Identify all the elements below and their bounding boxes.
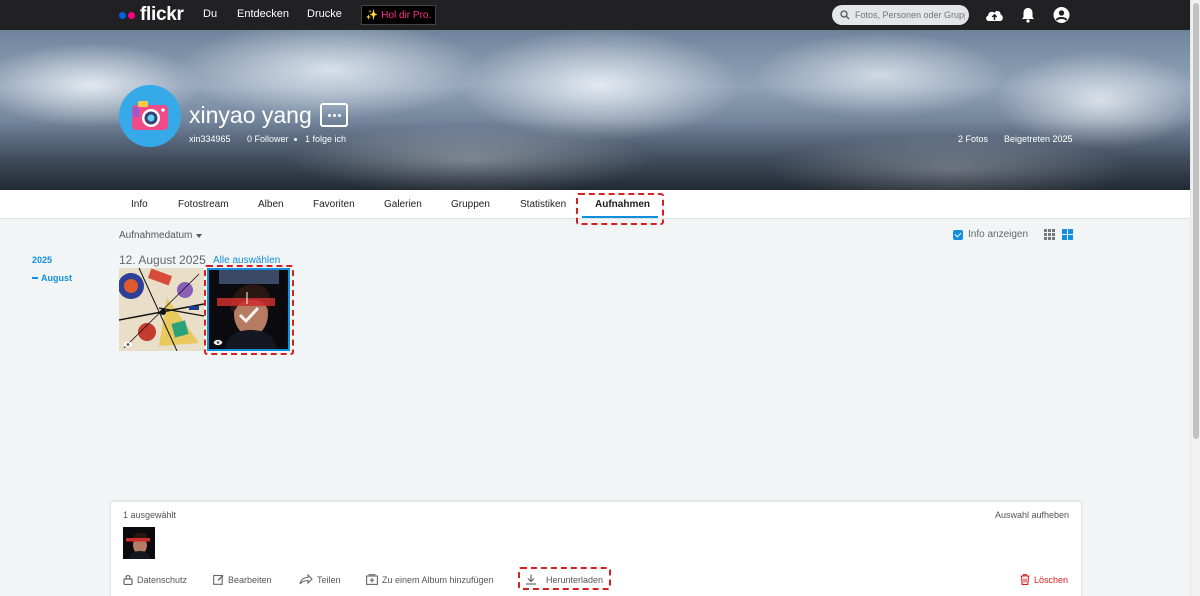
account-avatar-icon[interactable] — [1052, 5, 1071, 25]
portrait-preview-image — [123, 527, 155, 559]
more-options-button[interactable] — [320, 103, 348, 127]
tab-statistiken[interactable]: Statistiken — [520, 199, 566, 210]
tab-fotostream[interactable]: Fotostream — [178, 199, 229, 210]
show-info-toggle[interactable]: Info anzeigen — [953, 229, 1028, 240]
search-input[interactable] — [855, 10, 965, 20]
page-scrollbar[interactable] — [1190, 0, 1200, 596]
add-to-album-button[interactable]: Zu einem Album hinzufügen — [366, 574, 494, 585]
nav-link-entdecken[interactable]: Entdecken — [237, 8, 289, 20]
separator-dot — [294, 138, 297, 141]
photo-count: 2 Fotos — [958, 134, 989, 144]
share-label: Teilen — [317, 574, 341, 585]
upload-cloud-icon[interactable] — [984, 5, 1005, 25]
selection-panel: 1 ausgewählt Auswahl aufheben Datenschut… — [110, 501, 1082, 596]
following-link[interactable]: 1 folge ich — [305, 134, 346, 144]
tab-gruppen[interactable]: Gruppen — [451, 199, 490, 210]
dot-icon — [327, 113, 331, 117]
tab-favoriten[interactable]: Favoriten — [313, 199, 355, 210]
top-navbar: flickr Du Entdecken Drucke ✨ Hol dir Pro… — [0, 0, 1190, 30]
tab-alben[interactable]: Alben — [258, 199, 284, 210]
date-group-heading: 12. August 2025 — [119, 253, 206, 267]
timeline-month-label: August — [41, 273, 72, 283]
followers-link[interactable]: 0 Follower — [247, 134, 289, 144]
download-label: Herunterladen — [546, 574, 604, 585]
nav-link-drucke[interactable]: Drucke — [307, 8, 342, 20]
caret-down-icon — [196, 233, 203, 238]
nav-link-du[interactable]: Du — [203, 8, 217, 20]
privacy-label: Datenschutz — [137, 574, 188, 585]
dot-icon — [337, 113, 341, 117]
active-tab-indicator — [582, 216, 658, 218]
timeline-month[interactable]: August — [32, 273, 72, 283]
timeline-year[interactable]: 2025 — [32, 255, 52, 265]
profile-handle: xin334965 — [189, 134, 231, 144]
get-pro-button[interactable]: ✨ Hol dir Pro. — [361, 5, 436, 25]
scrollbar-thumb[interactable] — [1193, 3, 1199, 439]
get-pro-label: Hol dir Pro. — [381, 9, 432, 21]
edit-label: Bearbeiten — [228, 574, 272, 585]
selected-photo-preview — [123, 527, 155, 559]
cover-shade — [0, 120, 1190, 190]
tab-info[interactable]: Info — [131, 199, 148, 210]
sort-dropdown[interactable]: Aufnahmedatum — [119, 230, 203, 241]
profile-tabs: Info Fotostream Alben Favoriten Galerien… — [0, 190, 1190, 219]
show-info-label: Info anzeigen — [968, 229, 1029, 240]
search-icon — [840, 10, 850, 20]
trash-icon — [1020, 574, 1030, 585]
dash-icon — [32, 277, 38, 279]
abstract-art-image — [119, 268, 204, 351]
logo-pink-dot — [128, 11, 135, 19]
eye-icon — [213, 339, 223, 346]
profile-avatar[interactable] — [119, 85, 181, 147]
camera-avatar-icon — [119, 85, 181, 147]
logo-blue-dot — [119, 11, 126, 19]
delete-button[interactable]: Löschen — [1020, 574, 1068, 585]
notifications-bell-icon[interactable] — [1020, 5, 1036, 25]
share-arrow-icon — [299, 574, 313, 585]
large-grid-icon[interactable] — [1062, 229, 1073, 240]
download-icon — [526, 574, 536, 585]
download-button[interactable]: Herunterladen — [525, 574, 603, 585]
album-add-icon — [366, 574, 378, 585]
photo-thumbnail-selected[interactable] — [207, 268, 290, 351]
profile-username: xinyao yang — [189, 102, 312, 128]
edit-button[interactable]: Bearbeiten — [213, 574, 272, 585]
joined-date: Beigetreten 2025 — [1004, 134, 1073, 144]
search-box[interactable] — [832, 5, 969, 25]
lock-icon — [123, 574, 133, 585]
dot-icon — [332, 113, 336, 117]
share-button[interactable]: Teilen — [299, 574, 341, 585]
tab-galerien[interactable]: Galerien — [384, 199, 422, 210]
tab-aufnahmen[interactable]: Aufnahmen — [595, 199, 650, 210]
photo-thumbnail[interactable] — [119, 268, 204, 351]
delete-label: Löschen — [1034, 574, 1069, 585]
small-grid-icon[interactable] — [1044, 229, 1055, 240]
sparkle-icon: ✨ — [365, 9, 379, 21]
eye-icon — [123, 341, 133, 348]
privacy-button[interactable]: Datenschutz — [123, 574, 187, 585]
show-info-checkbox[interactable] — [953, 229, 963, 240]
selected-count: 1 ausgewählt — [123, 510, 177, 520]
portrait-image — [209, 270, 288, 349]
clear-selection-link[interactable]: Auswahl aufheben — [995, 510, 1069, 520]
sort-label: Aufnahmedatum — [119, 230, 193, 241]
edit-pencil-icon — [213, 574, 224, 585]
add-to-album-label: Zu einem Album hinzufügen — [382, 574, 494, 585]
logo-text: flickr — [140, 4, 184, 25]
select-all-link[interactable]: Alle auswählen — [213, 255, 280, 266]
flickr-logo[interactable]: flickr — [119, 5, 184, 25]
